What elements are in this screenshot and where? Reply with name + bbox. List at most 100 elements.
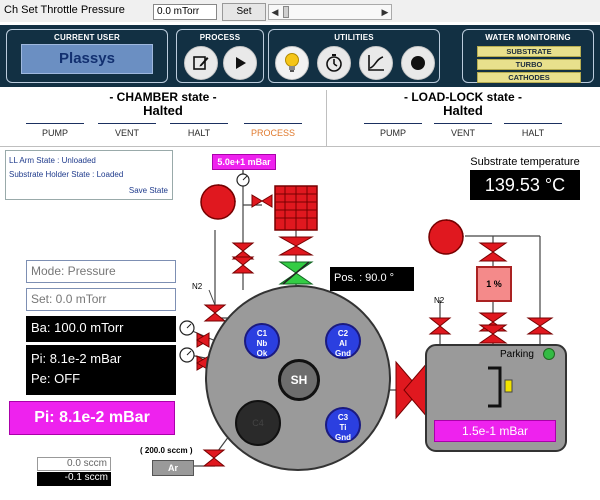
n2-left-valve-icon[interactable] bbox=[203, 304, 227, 322]
c1-status: Ok bbox=[256, 349, 268, 358]
cathode-c3[interactable]: C3 Ti Gnd bbox=[325, 407, 361, 443]
setpoint-field[interactable]: Set: 0.0 mTorr bbox=[26, 288, 176, 311]
chamber-state-value: Halted bbox=[143, 103, 183, 118]
slider-left-arrow-icon[interactable]: ◀ bbox=[269, 5, 281, 19]
process-panel: PROCESS bbox=[176, 29, 264, 83]
c2-material: Al bbox=[339, 339, 347, 348]
ar-flow-reading: -0.1 sccm bbox=[37, 472, 111, 486]
curves-button[interactable] bbox=[359, 46, 393, 80]
timer-icon bbox=[326, 54, 342, 72]
info-box: LL Arm State : Unloaded Substrate Holder… bbox=[5, 150, 173, 200]
throttle-pressure-input[interactable]: 0.0 mTorr bbox=[153, 4, 217, 20]
loadlock-halt-button[interactable]: HALT bbox=[504, 123, 562, 138]
chamber-pressure-badge: 5.0e+1 mBar bbox=[212, 154, 276, 170]
turbo-pump-icon[interactable] bbox=[274, 185, 318, 231]
loadlock-pump-label: PUMP bbox=[379, 128, 406, 138]
loadlock-turbo-percent[interactable]: 1 % bbox=[476, 266, 512, 302]
pi-pe-readout: Pi: 8.1e-2 mBar Pe: OFF bbox=[26, 345, 176, 395]
transfer-gate-valve-b-icon bbox=[403, 360, 429, 420]
process-title: PROCESS bbox=[199, 33, 241, 42]
chamber-roughing-pump-icon[interactable] bbox=[200, 184, 236, 220]
record-button[interactable] bbox=[401, 46, 435, 80]
chamber-process-button[interactable]: PROCESS bbox=[244, 123, 302, 138]
c2-status: Gnd bbox=[335, 349, 351, 358]
loadlock-vent-button[interactable]: VENT bbox=[434, 123, 492, 138]
c2-name: C2 bbox=[337, 329, 349, 338]
chamber-halt-label: HALT bbox=[187, 128, 211, 138]
parking-label: Parking bbox=[500, 349, 534, 360]
water-turbo-indicator: TURBO bbox=[477, 59, 581, 70]
lightbulb-icon bbox=[285, 53, 299, 72]
slider-thumb[interactable] bbox=[283, 6, 289, 18]
loadlock-state-value: Halted bbox=[443, 103, 483, 118]
utilities-title: UTILITIES bbox=[334, 33, 374, 42]
cathode-c1[interactable]: C1 Nb Ok bbox=[244, 323, 280, 359]
ll-vent-valve-icon[interactable] bbox=[526, 317, 554, 335]
water-cathodes-indicator: CATHODES bbox=[477, 72, 581, 83]
ar-valve-icon[interactable] bbox=[202, 449, 226, 467]
play-icon bbox=[236, 57, 246, 69]
lighting-button[interactable] bbox=[275, 46, 309, 80]
chamber-state-box: - CHAMBER state - Halted PUMP VENT HALT … bbox=[0, 87, 326, 147]
utilities-panel: UTILITIES bbox=[268, 29, 440, 83]
c3-status: Gnd bbox=[335, 433, 351, 442]
current-user-panel: CURRENT USER Plassys bbox=[6, 29, 168, 83]
chamber-pump-label: PUMP bbox=[41, 128, 68, 138]
substrate-temp-value: 139.53 °C bbox=[470, 170, 580, 200]
turbo-gate-valve-icon[interactable] bbox=[278, 236, 314, 256]
state-divider bbox=[326, 90, 327, 146]
parking-indicator-icon bbox=[543, 348, 555, 360]
vent-valve-2-icon[interactable] bbox=[231, 256, 255, 274]
loadlock-halt-label: HALT bbox=[521, 128, 545, 138]
ar-setpoint-input[interactable]: 0.0 sccm bbox=[37, 457, 111, 471]
water-monitoring-panel: WATER MONITORING SUBSTRATE TURBO CATHODE… bbox=[462, 29, 594, 83]
loadlock-roughing-pump-icon[interactable] bbox=[428, 219, 464, 255]
loadlock-pressure-badge: 1.5e-1 mBar bbox=[434, 420, 556, 442]
loadlock-pump-button[interactable]: PUMP bbox=[364, 123, 422, 138]
ar-flow-max-label: ( 200.0 sccm ) bbox=[140, 446, 193, 455]
mode-field[interactable]: Mode: Pressure bbox=[26, 260, 176, 283]
throttle-label: Ch Set Throttle Pressure bbox=[4, 4, 125, 16]
substrate-temp-label: Substrate temperature bbox=[470, 156, 580, 168]
ll-top-valve-icon[interactable] bbox=[478, 242, 508, 262]
throttle-position-readout: Pos. : 90.0 ° bbox=[330, 267, 414, 291]
c1-name: C1 bbox=[256, 329, 268, 338]
ll-low-valve-icon[interactable] bbox=[478, 324, 508, 344]
chamber-halt-button[interactable]: HALT bbox=[170, 123, 228, 138]
curve-icon bbox=[368, 55, 384, 71]
chamber-pump-button[interactable]: PUMP bbox=[26, 123, 84, 138]
n2-left-label: N2 bbox=[192, 282, 203, 291]
ll-n2-valve-icon[interactable] bbox=[428, 317, 452, 335]
loadlock-state-box: - LOAD-LOCK state - Halted PUMP VENT HAL… bbox=[326, 87, 600, 147]
timer-button[interactable] bbox=[317, 46, 351, 80]
pe-readout: Pe: OFF bbox=[31, 371, 81, 386]
n2-right-label: N2 bbox=[434, 296, 445, 305]
header-bar: CURRENT USER Plassys PROCESS UTILITIES W… bbox=[0, 25, 600, 87]
pi-readout: Pi: 8.1e-2 mBar bbox=[31, 351, 122, 366]
pi-pressure-badge: Pi: 8.1e-2 mBar bbox=[9, 401, 175, 435]
run-process-button[interactable] bbox=[223, 46, 257, 80]
current-user-title: CURRENT USER bbox=[54, 33, 120, 42]
throttle-slider[interactable]: ◀ ▶ bbox=[268, 4, 392, 20]
current-user-value[interactable]: Plassys bbox=[21, 44, 153, 74]
set-throttle-button[interactable]: Set bbox=[222, 3, 266, 21]
shutter[interactable]: SH bbox=[278, 359, 320, 401]
substrate-holder-state: Substrate Holder State : Loaded bbox=[9, 170, 124, 179]
edit-process-button[interactable] bbox=[184, 46, 218, 80]
water-monitoring-title: WATER MONITORING bbox=[485, 33, 571, 42]
cathode-c4[interactable]: C4 bbox=[235, 400, 281, 446]
loadlock-vent-label: VENT bbox=[450, 128, 475, 138]
cathode-c2[interactable]: C2 Al Gnd bbox=[325, 323, 361, 359]
chamber-vent-label: VENT bbox=[114, 128, 139, 138]
state-area: - CHAMBER state - Halted PUMP VENT HALT … bbox=[0, 87, 600, 147]
chamber-process-label: PROCESS bbox=[250, 128, 295, 138]
ar-gas-box[interactable]: Ar bbox=[152, 460, 194, 476]
c3-material: Ti bbox=[339, 423, 347, 432]
edit-icon bbox=[193, 56, 209, 70]
chamber-state-title: - CHAMBER state - bbox=[109, 90, 217, 104]
save-state-link[interactable]: Save State bbox=[129, 186, 168, 195]
chamber-vent-button[interactable]: VENT bbox=[98, 123, 156, 138]
ll-arm-state: LL Arm State : Unloaded bbox=[9, 156, 96, 165]
slider-right-arrow-icon[interactable]: ▶ bbox=[379, 5, 391, 19]
ba-readout: Ba: 100.0 mTorr bbox=[26, 316, 176, 342]
